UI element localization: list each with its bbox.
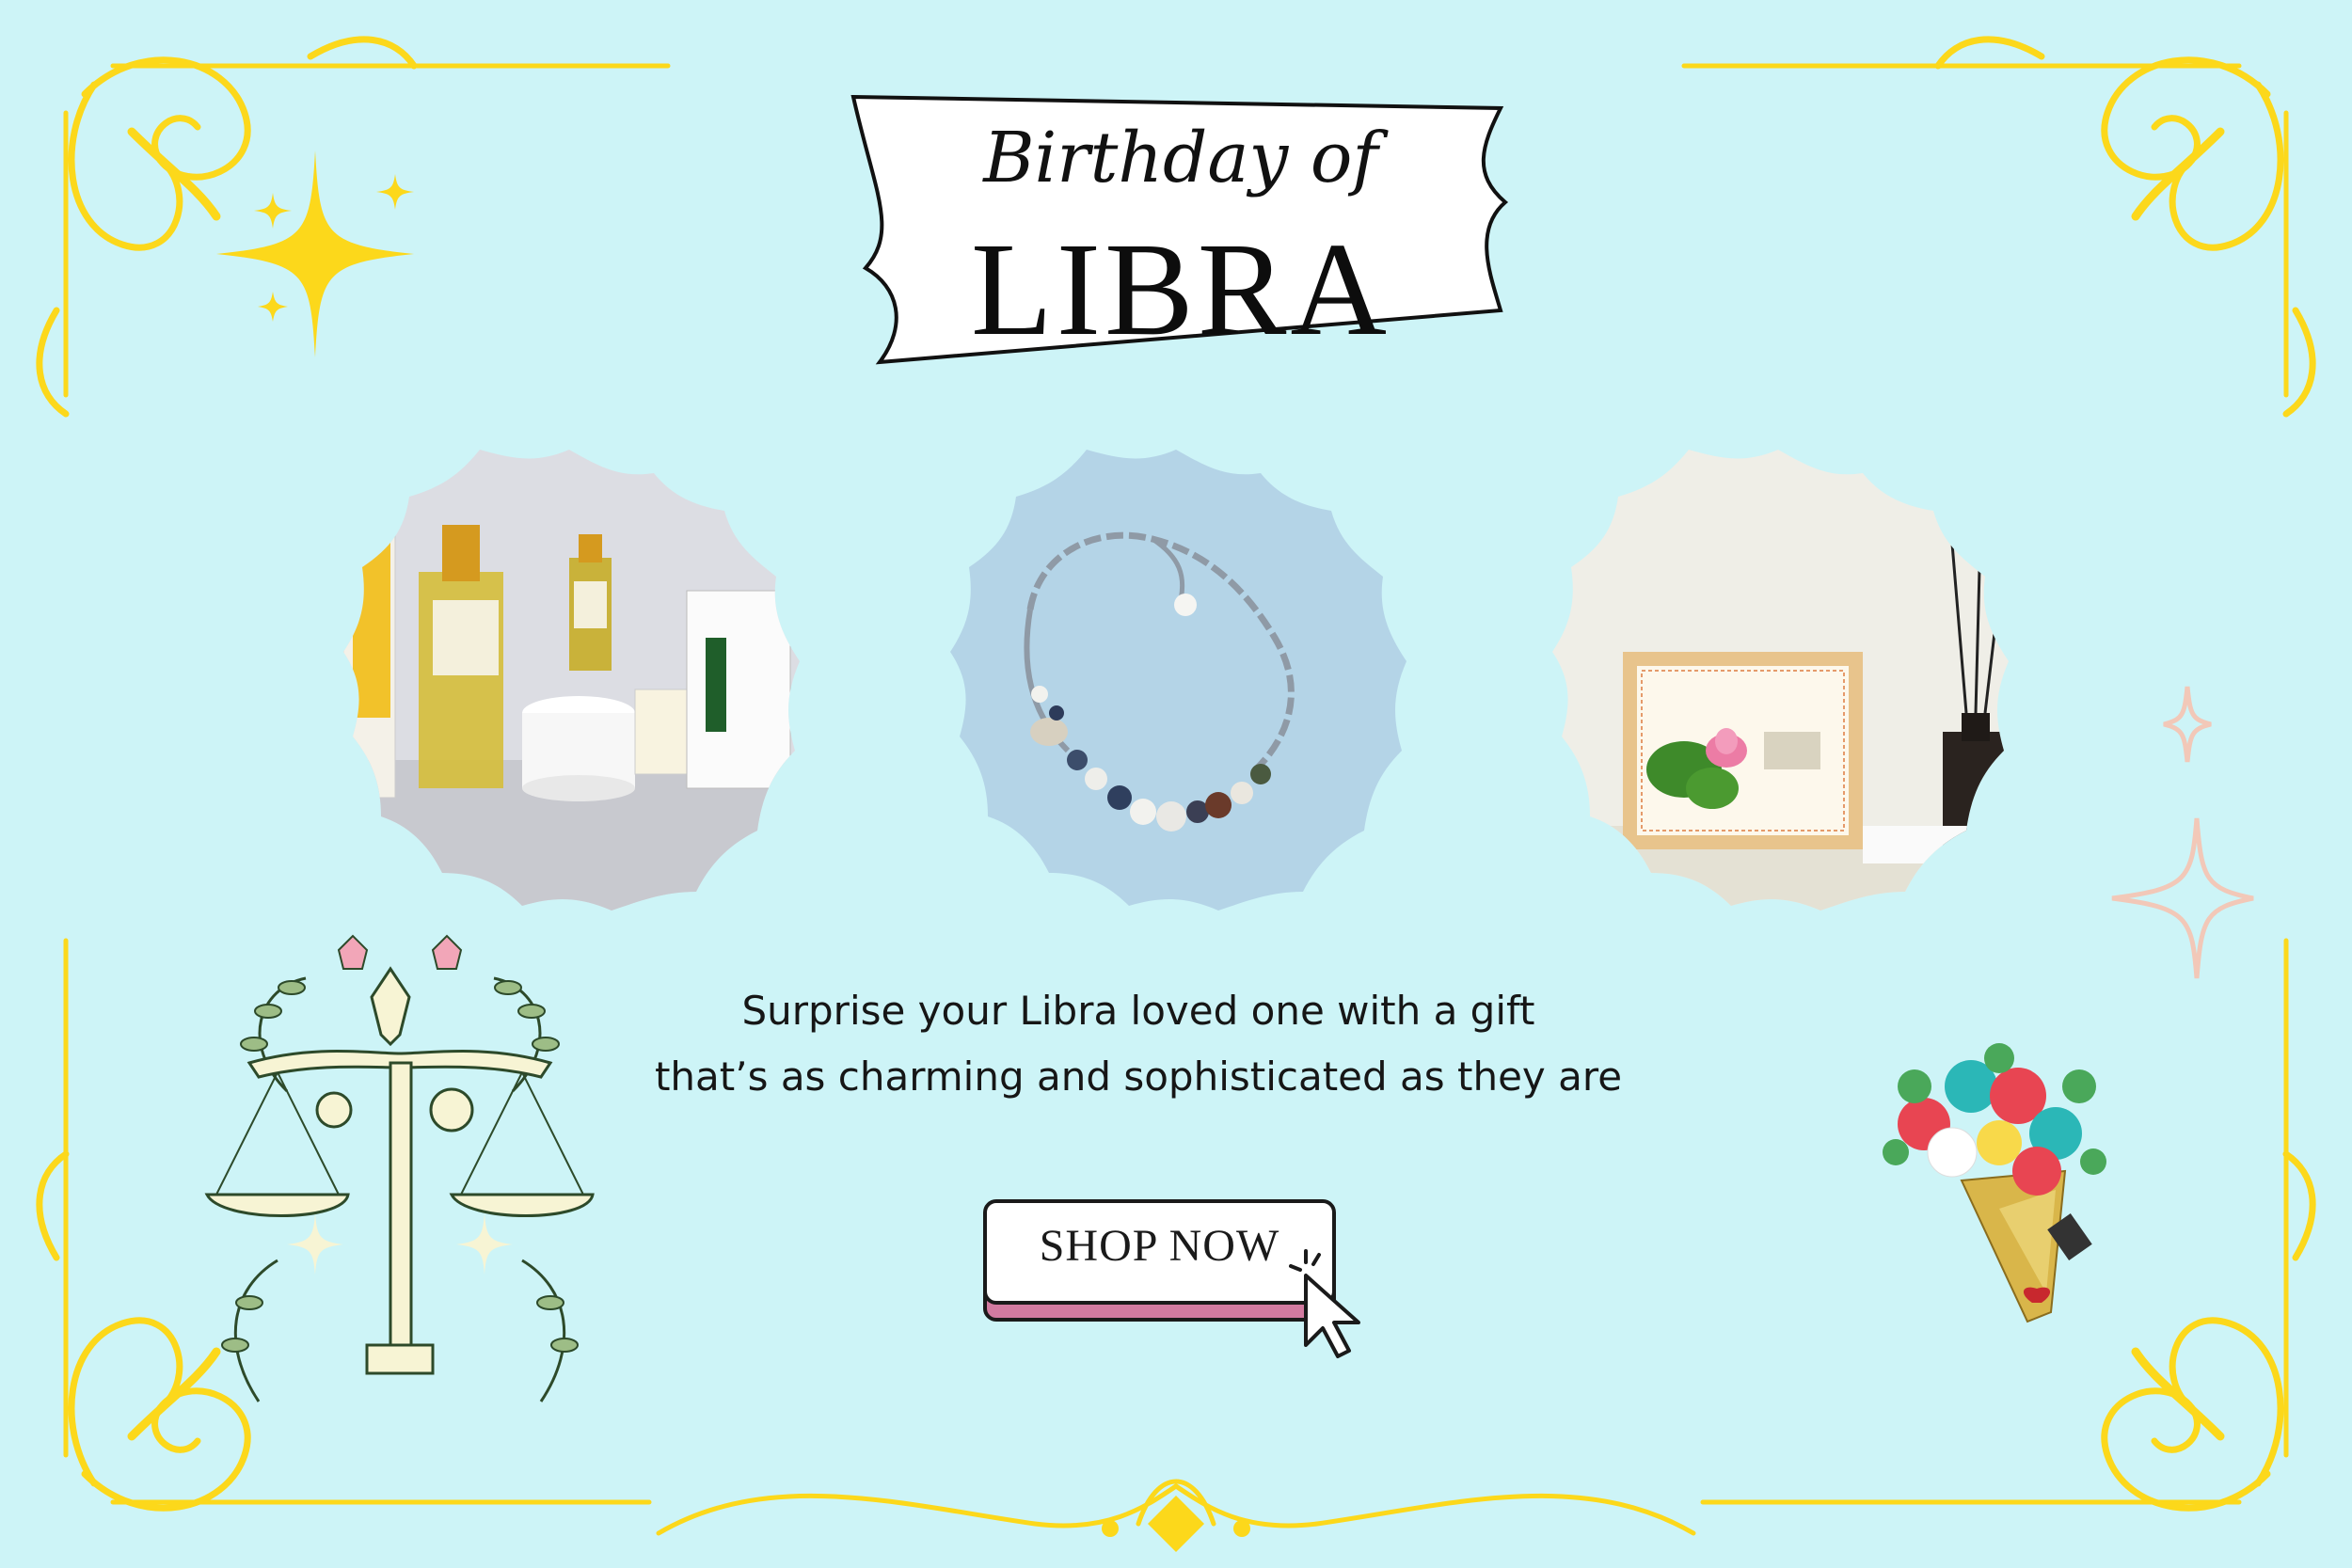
sparkle-icon: [216, 150, 414, 357]
lotus-frame-photo[interactable]: [1548, 450, 2009, 911]
libra-scales-icon: [204, 934, 595, 1402]
perfume-set-photo[interactable]: [339, 450, 800, 911]
cursor-icon: [1289, 1249, 1360, 1358]
shop-now-label: SHOP NOW: [1039, 1221, 1280, 1271]
banner-subtitle: Birthday of: [983, 118, 1378, 198]
shop-now-button[interactable]: SHOP NOW: [983, 1199, 1336, 1322]
sparkle-icon: [2111, 686, 2254, 979]
title-banner: Birthday of LIBRA: [842, 89, 1519, 372]
banner-title: LIBRA: [971, 214, 1391, 363]
tagline-line-2: that’s as charming and sophisticated as …: [654, 1053, 1623, 1100]
tagline: Surprise your Libra loved one with a gif…: [527, 978, 1750, 1110]
pearl-necklace-photo[interactable]: [946, 450, 1406, 911]
bouquet-icon: [1883, 1043, 2106, 1323]
tagline-line-1: Surprise your Libra loved one with a gif…: [741, 988, 1535, 1034]
